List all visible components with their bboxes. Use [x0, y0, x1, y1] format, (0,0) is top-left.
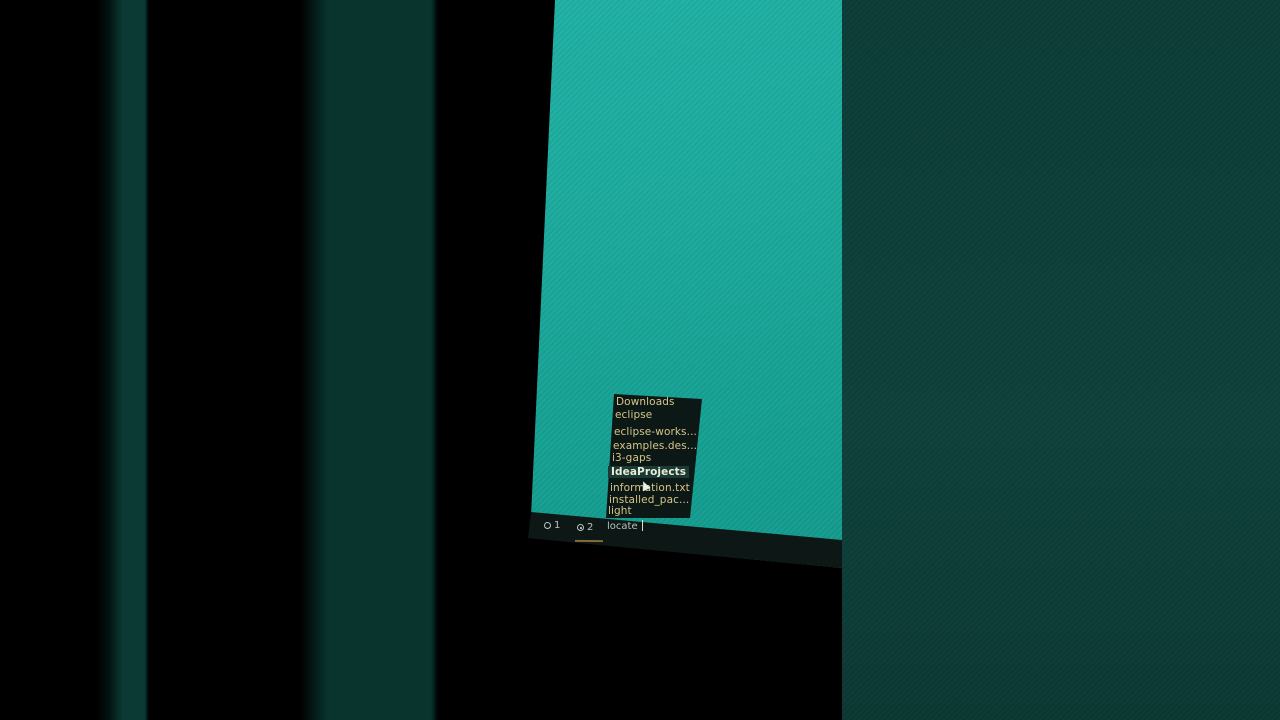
workspace-1[interactable]: 1 [544, 520, 560, 531]
completion-item[interactable]: i3-gaps [612, 452, 651, 464]
blurred-background-right [842, 0, 1280, 720]
prompt-input[interactable]: locate [607, 521, 638, 532]
active-workspace-indicator [574, 539, 604, 543]
completion-item[interactable]: light [608, 505, 632, 517]
completion-item[interactable]: Downloads [616, 396, 675, 408]
command-prompt[interactable]: locate [607, 520, 643, 532]
completion-item-selected[interactable]: IdeaProjects [608, 466, 690, 478]
workspace-active-icon [577, 524, 584, 531]
completion-item[interactable]: eclipse-works... [614, 426, 697, 438]
blurred-background-left [0, 0, 438, 720]
workspace-inactive-icon [544, 522, 551, 529]
text-cursor [641, 520, 643, 531]
workspace-label: 1 [554, 520, 561, 531]
workspace-label: 2 [587, 522, 594, 533]
completion-item[interactable]: eclipse [615, 409, 652, 421]
workspace-2[interactable]: 2 [577, 522, 593, 533]
completion-item[interactable]: examples.des... [613, 440, 697, 452]
